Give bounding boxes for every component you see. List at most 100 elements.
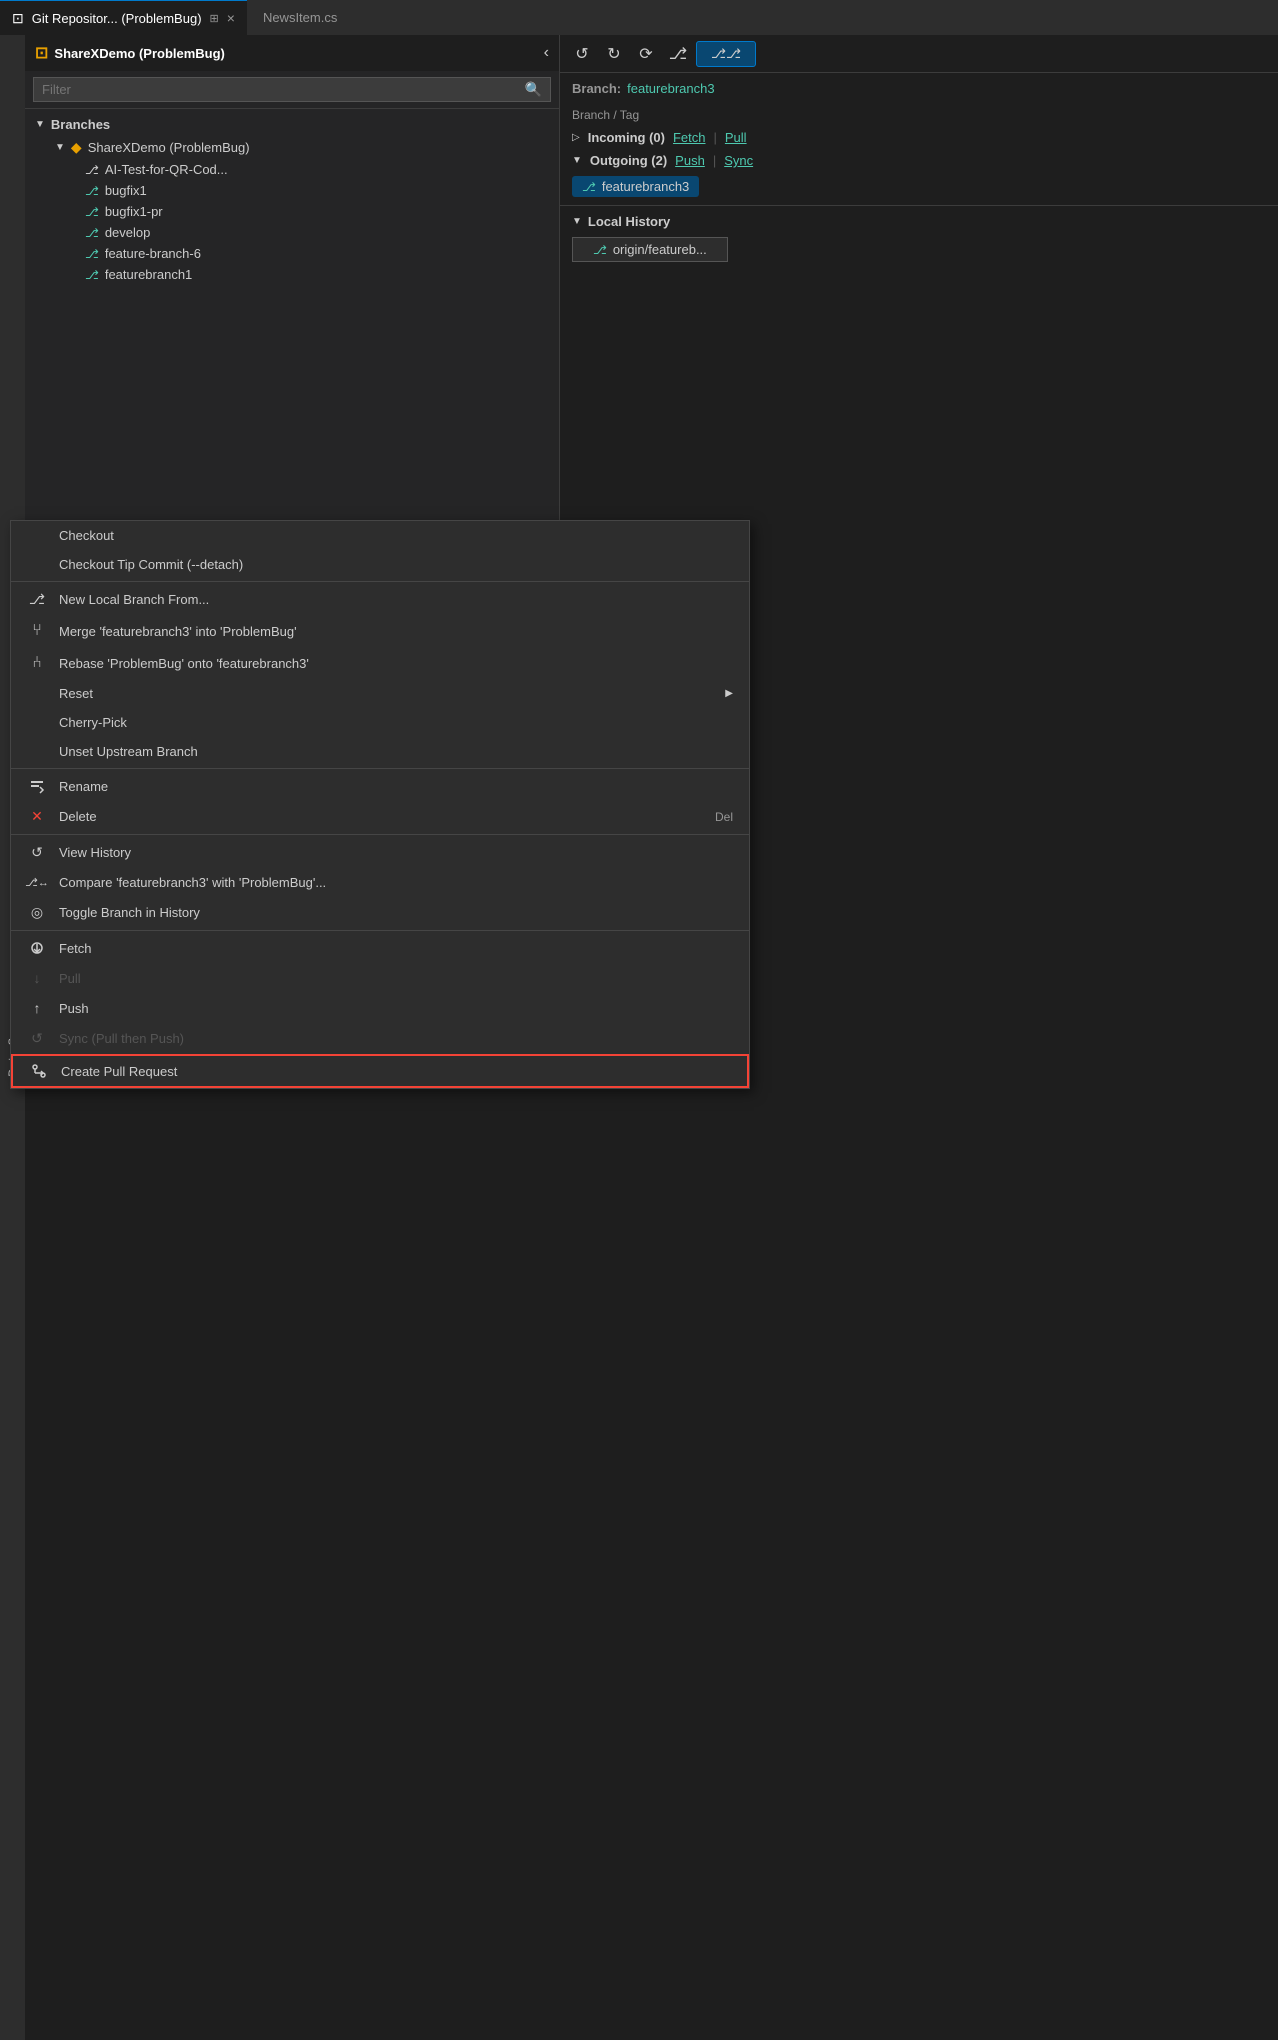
branch-name-4: feature-branch-6	[105, 246, 201, 261]
menu-sync-label: Sync (Pull then Push)	[59, 1031, 733, 1046]
branch-item-5[interactable]: ⎇ featurebranch1	[25, 264, 559, 285]
right-toolbar: ↺ ↻ ⟳ ⎇ ⎇⎇	[560, 35, 1278, 73]
view-history-icon: ↺	[27, 844, 47, 861]
menu-toggle-history-label: Toggle Branch in History	[59, 905, 733, 920]
left-panel-header: ⊡ ShareXDemo (ProblemBug) ‹	[25, 35, 559, 71]
refresh-btn[interactable]: ↺	[568, 41, 596, 67]
incoming-row: ▷ Incoming (0) Fetch | Pull	[560, 126, 1278, 149]
menu-checkout-tip-label: Checkout Tip Commit (--detach)	[59, 557, 733, 572]
new-branch-icon: ⎇	[27, 591, 47, 608]
outgoing-label: Outgoing (2)	[590, 153, 667, 168]
menu-rename[interactable]: Rename	[11, 771, 749, 801]
menu-sync: ↺ Sync (Pull then Push)	[11, 1023, 749, 1054]
menu-view-history[interactable]: ↺ View History	[11, 837, 749, 868]
menu-push-label: Push	[59, 1001, 733, 1016]
menu-checkout-label: Checkout	[59, 528, 733, 543]
tab-newsitem[interactable]: NewsItem.cs	[247, 0, 353, 35]
rebase-icon: ⑃	[27, 654, 47, 672]
repo-node-label: ShareXDemo (ProblemBug)	[88, 140, 250, 155]
branch-item-2[interactable]: ⎇ bugfix1-pr	[25, 201, 559, 222]
menu-reset-label: Reset	[59, 686, 713, 701]
rename-icon	[27, 778, 47, 794]
toggle-history-icon: ◎	[27, 904, 47, 921]
reset-arrow: ▶	[725, 688, 733, 699]
branch-tag-label: Branch / Tag	[572, 108, 639, 122]
branch-name-3: develop	[105, 225, 151, 240]
menu-rename-label: Rename	[59, 779, 733, 794]
menu-cherry-pick[interactable]: Cherry-Pick	[11, 708, 749, 737]
divider1: |	[714, 130, 717, 145]
branch-item-3[interactable]: ⎇ develop	[25, 222, 559, 243]
outgoing-arrow-icon: ▼	[572, 155, 582, 166]
branch-name-0: AI-Test-for-QR-Cod...	[105, 162, 228, 177]
fetch-link[interactable]: Fetch	[673, 130, 706, 145]
branch-item-4[interactable]: ⎇ feature-branch-6	[25, 243, 559, 264]
repo-arrow: ▼	[55, 142, 65, 153]
filter-input[interactable]	[42, 82, 519, 97]
menu-checkout[interactable]: Checkout	[11, 521, 749, 550]
sync-link[interactable]: Sync	[724, 153, 753, 168]
repo-title: ⊡ ShareXDemo (ProblemBug)	[35, 43, 225, 63]
tab-git-repo[interactable]: ⊡ Git Repositor... (ProblemBug) ⊞ ×	[0, 0, 247, 35]
menu-merge-label: Merge 'featurebranch3' into 'ProblemBug'	[59, 624, 733, 639]
context-menu: Checkout Checkout Tip Commit (--detach) …	[10, 520, 750, 1089]
pull-link[interactable]: Pull	[725, 130, 747, 145]
branch-name-2: bugfix1-pr	[105, 204, 163, 219]
collapse-left-icon[interactable]: ‹	[544, 44, 549, 62]
sync-btn[interactable]: ⟳	[632, 41, 660, 67]
pin-icon[interactable]: ⊞	[210, 12, 219, 25]
menu-delete-label: Delete	[59, 809, 703, 824]
local-history-header: ▼ Local History	[560, 210, 1278, 233]
branch-graph-btn[interactable]: ⎇⎇	[696, 41, 756, 67]
branch-tag-row: Branch / Tag	[560, 104, 1278, 126]
menu-checkout-tip[interactable]: Checkout Tip Commit (--detach)	[11, 550, 749, 579]
branch-view-btn[interactable]: ⎇	[664, 41, 692, 67]
push-icon: ↑	[27, 1000, 47, 1016]
branch-item-1[interactable]: ⎇ bugfix1	[25, 180, 559, 201]
close-icon[interactable]: ×	[227, 10, 235, 26]
undo-btn[interactable]: ↻	[600, 41, 628, 67]
menu-rebase[interactable]: ⑃ Rebase 'ProblemBug' onto 'featurebranc…	[11, 647, 749, 679]
menu-new-local-branch[interactable]: ⎇ New Local Branch From...	[11, 584, 749, 615]
tab-inactive-label: NewsItem.cs	[263, 10, 337, 25]
menu-delete[interactable]: ✕ Delete Del	[11, 801, 749, 832]
push-link[interactable]: Push	[675, 153, 705, 168]
outgoing-branch-badge[interactable]: ⎇ featurebranch3	[572, 176, 699, 197]
branch-item-0[interactable]: ⎇ AI-Test-for-QR-Cod...	[25, 159, 559, 180]
incoming-arrow: ▷	[572, 132, 580, 143]
menu-merge[interactable]: ⑂ Merge 'featurebranch3' into 'ProblemBu…	[11, 615, 749, 647]
create-pr-icon	[29, 1063, 49, 1079]
menu-toggle-history[interactable]: ◎ Toggle Branch in History	[11, 897, 749, 928]
branches-section: ▼ Branches ▼ ◆ ShareXDemo (ProblemBug) ⎇…	[25, 109, 559, 289]
menu-reset[interactable]: Reset ▶	[11, 679, 749, 708]
local-history-arrow: ▼	[572, 216, 582, 227]
merge-icon: ⑂	[27, 622, 47, 640]
git-icon: ⊡	[12, 10, 24, 27]
badge-branch-name: featurebranch3	[602, 179, 689, 194]
compare-icon: ⎇↔	[27, 876, 47, 889]
menu-compare[interactable]: ⎇↔ Compare 'featurebranch3' with 'Proble…	[11, 868, 749, 897]
branch-icon-1: ⎇	[85, 184, 99, 198]
fetch-icon	[27, 940, 47, 956]
repo-node[interactable]: ▼ ◆ ShareXDemo (ProblemBug)	[25, 136, 559, 159]
sep2	[11, 768, 749, 769]
menu-fetch-label: Fetch	[59, 941, 733, 956]
history-item[interactable]: ⎇ origin/featureb...	[572, 237, 728, 262]
branches-header[interactable]: ▼ Branches	[25, 113, 559, 136]
branches-arrow: ▼	[35, 119, 45, 130]
menu-unset-upstream[interactable]: Unset Upstream Branch	[11, 737, 749, 766]
branch-value: featurebranch3	[627, 81, 714, 96]
menu-create-pr[interactable]: Create Pull Request	[11, 1054, 749, 1088]
branch-key: Branch:	[572, 81, 621, 96]
branch-name-1: bugfix1	[105, 183, 147, 198]
badge-branch-icon: ⎇	[582, 180, 596, 194]
filter-input-wrap: 🔍	[33, 77, 551, 102]
menu-push[interactable]: ↑ Push	[11, 993, 749, 1023]
branches-label: Branches	[51, 117, 110, 132]
branch-icon-5: ⎇	[85, 268, 99, 282]
incoming-label: Incoming (0)	[588, 130, 665, 145]
branch-icon-2: ⎇	[85, 205, 99, 219]
menu-fetch[interactable]: Fetch	[11, 933, 749, 963]
sep4	[11, 930, 749, 931]
repo-diamond-icon: ◆	[71, 139, 82, 156]
